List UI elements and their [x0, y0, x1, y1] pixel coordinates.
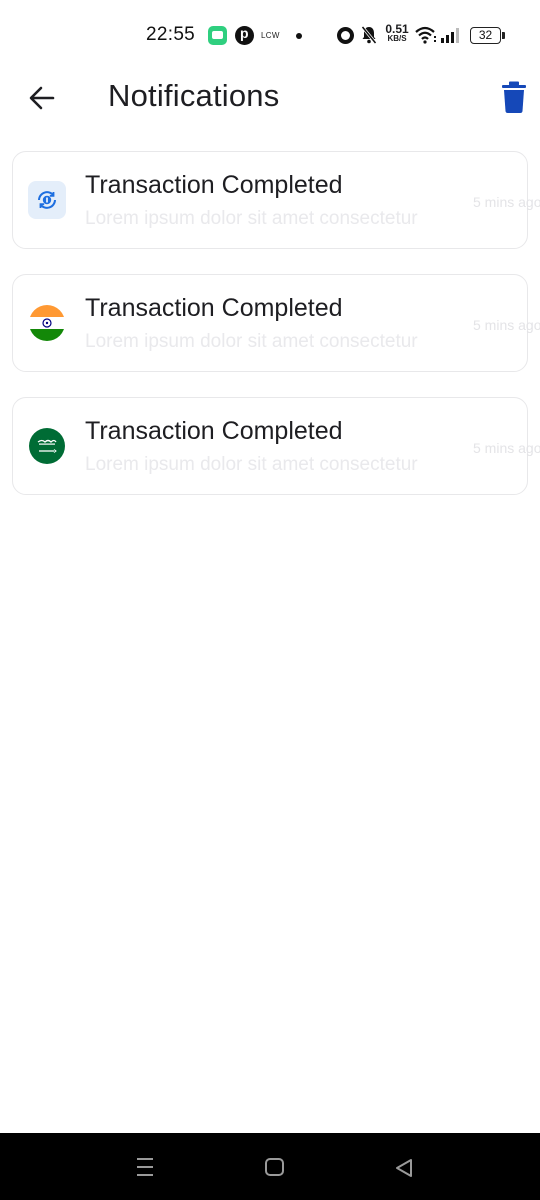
battery-icon: 32 [470, 27, 505, 44]
home-icon[interactable] [265, 1158, 284, 1176]
notification-time: 5 mins ago [473, 194, 540, 210]
notification-title: Transaction Completed [85, 417, 343, 445]
notification-card[interactable]: Transaction Completed Lorem ipsum dolor … [12, 397, 540, 495]
dot-icon [296, 33, 302, 39]
system-nav-bar [0, 1133, 540, 1200]
back-triangle-icon[interactable] [393, 1157, 415, 1179]
back-arrow-icon[interactable] [25, 80, 61, 116]
notification-title: Transaction Completed [85, 171, 343, 199]
chat-app-icon [208, 26, 227, 45]
bell-muted-icon [361, 26, 377, 44]
status-bar: 22:55 LCW 0.51 KB/S 32 [0, 0, 540, 70]
notification-subtitle: Lorem ipsum dolor sit amet consectetur [85, 208, 418, 229]
notification-list: Transaction Completed Lorem ipsum dolor … [12, 151, 540, 520]
saudi-flag-icon [28, 427, 66, 465]
notification-subtitle: Lorem ipsum dolor sit amet consectetur [85, 331, 418, 352]
status-time: 22:55 [146, 24, 196, 45]
notification-time: 5 mins ago [473, 440, 540, 456]
trash-icon[interactable] [498, 80, 530, 114]
menu-icon[interactable] [135, 1156, 155, 1178]
notification-title: Transaction Completed [85, 294, 343, 322]
india-flag-icon [28, 304, 66, 342]
signal-icon [441, 28, 459, 43]
net-speed: 0.51 KB/S [382, 22, 412, 44]
page-title: Notifications [108, 78, 280, 113]
notification-card[interactable]: Transaction Completed Lorem ipsum dolor … [12, 151, 540, 249]
net-speed-value: 0.51 [385, 22, 409, 36]
alarm-icon [337, 27, 354, 44]
notification-card[interactable]: Transaction Completed Lorem ipsum dolor … [12, 274, 540, 372]
carrier-label: LCW [261, 31, 280, 40]
app-header: Notifications [0, 70, 540, 126]
notification-time: 5 mins ago [473, 317, 540, 333]
transaction-icon [28, 181, 66, 219]
pinterest-icon [235, 25, 254, 45]
notification-subtitle: Lorem ipsum dolor sit amet consectetur [85, 454, 418, 475]
wifi-icon [415, 26, 436, 44]
